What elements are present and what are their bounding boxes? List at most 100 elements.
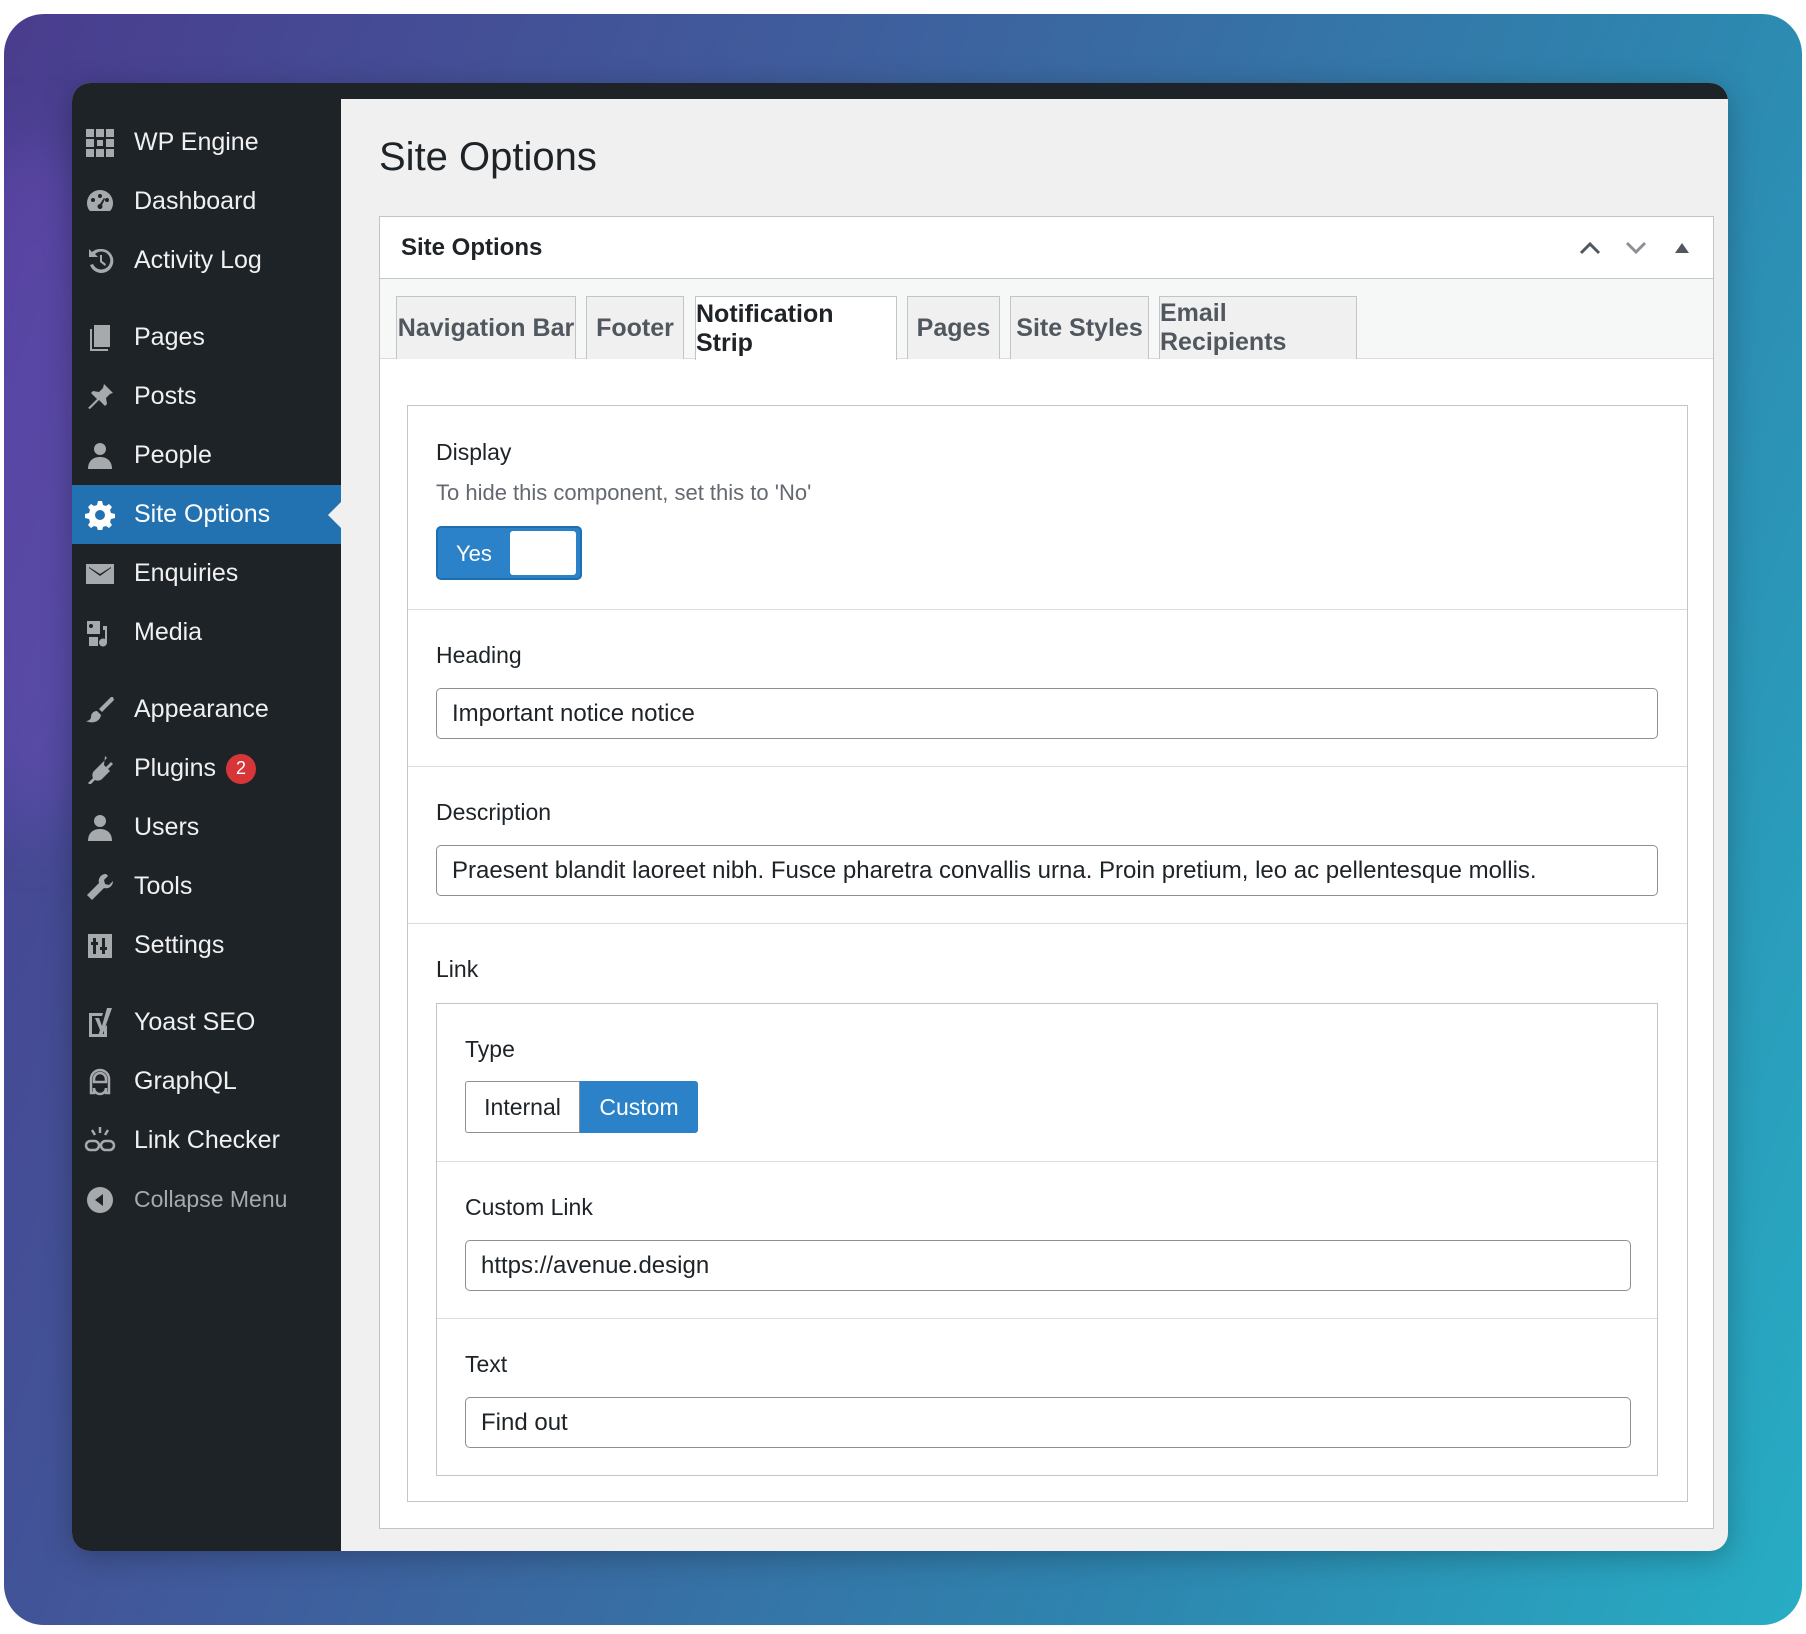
dashboard-icon: [82, 184, 118, 220]
sidebar-item-plugins[interactable]: Plugins 2: [72, 739, 341, 798]
admin-bar: [72, 83, 1728, 99]
admin-sidebar: WP Engine Dashboard Activity Log Pages P…: [72, 99, 341, 1551]
sidebar-item-label: WP Engine: [134, 128, 259, 156]
sidebar-item-label: Settings: [134, 931, 225, 959]
link-label: Link: [436, 956, 479, 982]
sidebar-item-label: GraphQL: [134, 1067, 237, 1095]
person-icon: [82, 438, 118, 474]
browser-window: WP Engine Dashboard Activity Log Pages P…: [72, 83, 1728, 1551]
plugin-update-badge: 2: [226, 753, 256, 784]
type-internal-button[interactable]: Internal: [465, 1081, 580, 1133]
yoast-icon: [82, 1005, 118, 1041]
heading-field: Heading Important notice notice: [408, 610, 1687, 767]
sidebar-item-label: Site Options: [134, 500, 271, 528]
caret-up-icon: [1675, 243, 1689, 253]
display-toggle[interactable]: Yes: [436, 526, 582, 580]
description-input[interactable]: Praesent blandit laoreet nibh. Fusce pha…: [436, 845, 1658, 896]
link-group: Type Internal Custom Custom Link https:/…: [436, 1003, 1658, 1476]
media-icon: [82, 615, 118, 651]
pages-icon: [82, 320, 118, 356]
fields-panel: Display To hide this component, set this…: [407, 405, 1688, 1502]
description-field: Description Praesent blandit laoreet nib…: [408, 767, 1687, 924]
tab-navigation-bar[interactable]: Navigation Bar: [396, 296, 576, 359]
sidebar-item-label: Dashboard: [134, 187, 257, 215]
gear-icon: [82, 497, 118, 533]
main-content: Site Options Site Options Navigation Bar…: [341, 99, 1728, 1551]
sidebar-item-label: Pages: [134, 323, 205, 351]
sidebar-item-label: Link Checker: [134, 1126, 280, 1154]
sidebar-item-enquiries[interactable]: Enquiries: [72, 544, 341, 603]
tab-site-styles[interactable]: Site Styles: [1010, 296, 1149, 359]
toggle-knob: [510, 531, 576, 575]
brush-icon: [82, 692, 118, 728]
custom-link-label: Custom Link: [465, 1194, 593, 1220]
envelope-icon: [82, 556, 118, 592]
display-field: Display To hide this component, set this…: [408, 406, 1687, 610]
link-text-label: Text: [465, 1351, 508, 1377]
sidebar-item-label: Media: [134, 618, 203, 646]
chevron-down-icon: [1625, 241, 1647, 255]
sidebar-item-link-checker[interactable]: Link Checker: [72, 1111, 341, 1170]
type-subfield: Type Internal Custom: [437, 1004, 1657, 1162]
sidebar-item-dashboard[interactable]: Dashboard: [72, 172, 341, 231]
sidebar-item-label: Activity Log: [134, 246, 262, 274]
sidebar-item-label: Enquiries: [134, 559, 239, 587]
sidebar-item-activity-log[interactable]: Activity Log: [72, 231, 341, 290]
sidebar-item-pages[interactable]: Pages: [72, 308, 341, 367]
heading-label: Heading: [436, 642, 522, 668]
link-text-input[interactable]: Find out: [465, 1397, 1631, 1448]
history-icon: [82, 243, 118, 279]
custom-link-subfield: Custom Link https://avenue.design: [437, 1162, 1657, 1319]
sidebar-item-label: Plugins: [134, 754, 216, 782]
link-checker-icon: [82, 1123, 118, 1159]
postbox-handles: [1571, 217, 1701, 279]
postbox-header: Site Options: [380, 217, 1713, 279]
sidebar-item-wp-engine[interactable]: WP Engine: [72, 113, 341, 172]
page-title: Site Options: [379, 135, 597, 179]
sidebar-item-label: Users: [134, 813, 200, 841]
sidebar-item-settings[interactable]: Settings: [72, 916, 341, 975]
move-down-button[interactable]: [1617, 229, 1655, 267]
sidebar-item-users[interactable]: Users: [72, 798, 341, 857]
settings-icon: [82, 928, 118, 964]
type-label: Type: [465, 1036, 515, 1062]
sidebar-item-posts[interactable]: Posts: [72, 367, 341, 426]
admin-menu: WP Engine Dashboard Activity Log Pages P…: [72, 99, 341, 1229]
sidebar-item-media[interactable]: Media: [72, 603, 341, 662]
sidebar-item-graphql[interactable]: GraphQL: [72, 1052, 341, 1111]
sidebar-item-label: People: [134, 441, 212, 469]
pin-icon: [82, 379, 118, 415]
collapse-menu-button[interactable]: Collapse Menu: [72, 1170, 341, 1229]
sidebar-item-yoast-seo[interactable]: Yoast SEO: [72, 993, 341, 1052]
sidebar-item-site-options[interactable]: Site Options: [72, 485, 341, 544]
tab-email-recipients[interactable]: Email Recipients: [1159, 296, 1357, 359]
display-instructions: To hide this component, set this to 'No': [436, 480, 812, 505]
wp-engine-icon: [82, 125, 118, 161]
sidebar-item-label: Appearance: [134, 695, 269, 723]
description-label: Description: [436, 799, 552, 825]
site-options-postbox: Site Options Navigation Bar Footer Notif…: [379, 216, 1714, 1529]
sidebar-item-people[interactable]: People: [72, 426, 341, 485]
sidebar-item-label: Tools: [134, 872, 193, 900]
postbox-title: Site Options: [401, 233, 543, 261]
tab-pages[interactable]: Pages: [907, 296, 1000, 359]
tab-notification-strip[interactable]: Notification Strip: [695, 296, 897, 360]
sidebar-item-label: Collapse Menu: [134, 1186, 288, 1212]
tab-footer[interactable]: Footer: [586, 296, 684, 359]
display-label: Display: [436, 439, 512, 465]
tab-bar: Navigation Bar Footer Notification Strip…: [380, 279, 1713, 360]
graphql-icon: [82, 1064, 118, 1100]
sidebar-item-tools[interactable]: Tools: [72, 857, 341, 916]
user-icon: [82, 810, 118, 846]
wrench-icon: [82, 869, 118, 905]
link-text-subfield: Text Find out: [437, 1319, 1657, 1476]
type-custom-button[interactable]: Custom: [580, 1081, 698, 1133]
sidebar-item-appearance[interactable]: Appearance: [72, 680, 341, 739]
toggle-on-label: Yes: [456, 541, 492, 566]
custom-link-input[interactable]: https://avenue.design: [465, 1240, 1631, 1291]
toggle-panel-button[interactable]: [1663, 229, 1701, 267]
sidebar-item-label: Posts: [134, 382, 197, 410]
plugin-icon: [82, 751, 118, 787]
move-up-button[interactable]: [1571, 229, 1609, 267]
heading-input[interactable]: Important notice notice: [436, 688, 1658, 739]
